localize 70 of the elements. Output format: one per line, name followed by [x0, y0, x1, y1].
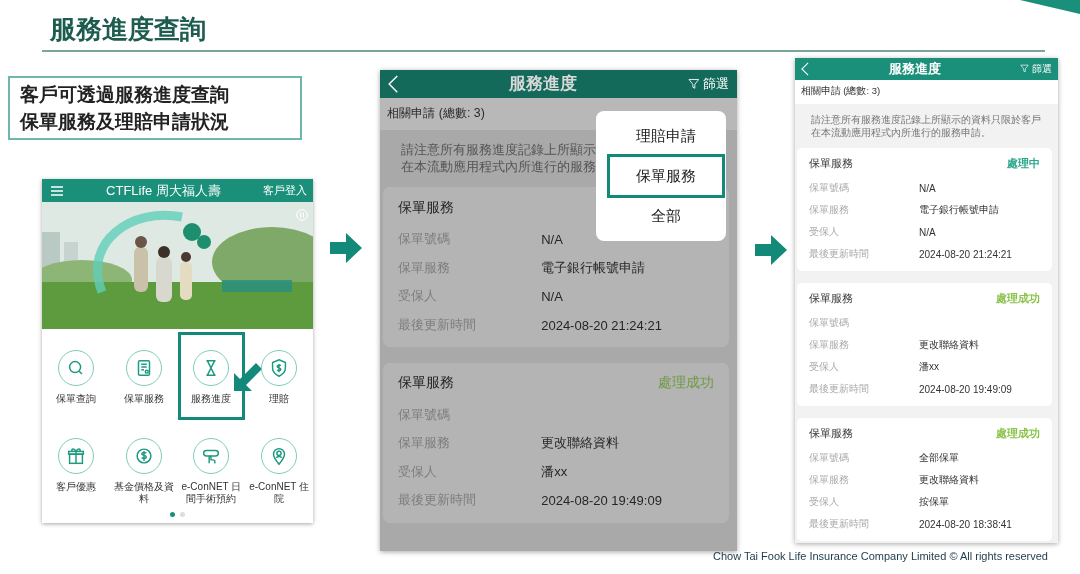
field-value: 2024-08-20 21:24:21: [919, 248, 1012, 260]
field-label: 保單號碼: [809, 451, 850, 466]
field-value: 電子銀行帳號申請: [541, 258, 646, 277]
field-label: 保單號碼: [809, 316, 850, 331]
callout-text: 客戶可透過服務進度查詢 保單服務及理賠申請狀況: [8, 76, 302, 140]
count-text: 相關申請 (總數: 3): [799, 84, 882, 99]
filter-button[interactable]: 篩選: [1020, 61, 1052, 76]
card-title: 保單服務: [809, 157, 853, 172]
copyright-text: Chow Tai Fook Life Insurance Company Limited © All rights reserved: [713, 550, 1048, 562]
field-label: 受保人: [809, 495, 840, 510]
status-label: 處理成功: [657, 374, 714, 393]
field-value: 2024-08-20 19:49:09: [919, 383, 1012, 395]
app-logo: CTFLife 周大福人壽: [106, 181, 221, 200]
arrow-icon: [755, 235, 787, 265]
field-value: 2024-08-20 21:24:21: [541, 317, 662, 333]
page-dot[interactable]: [180, 512, 185, 517]
login-button[interactable]: 客戶登入: [263, 183, 307, 198]
field-value: 全部保單: [919, 451, 959, 466]
corner-decoration: [1020, 0, 1080, 14]
field-value: 按保單: [919, 495, 949, 510]
field-value: 潘xx: [919, 360, 939, 375]
field-value: 更改聯絡資料: [541, 434, 620, 453]
menu-item[interactable]: e-ConNET 住院: [245, 420, 313, 508]
field-value: 2024-08-20 19:49:09: [541, 492, 662, 508]
filter-option[interactable]: 保單服務: [610, 157, 722, 195]
field-label: 受保人: [809, 225, 840, 240]
field-label: 受保人: [809, 360, 840, 375]
field-label: 保單服務: [809, 338, 850, 353]
field-value: N/A: [919, 226, 936, 238]
menu-item[interactable]: e-ConNET 日間手術預約: [177, 420, 246, 508]
status-label: 處理成功: [996, 292, 1040, 307]
screen-title: 服務進度: [507, 73, 578, 96]
menu-item[interactable]: 保單查詢: [42, 332, 110, 420]
menu-item[interactable]: 基金價格及資料: [109, 420, 178, 508]
card-title: 保單服務: [398, 199, 455, 217]
field-value: 電子銀行帳號申請: [919, 203, 999, 218]
field-value: N/A: [541, 288, 563, 304]
card-title: 保單服務: [398, 374, 455, 393]
card-title: 保單服務: [809, 427, 853, 442]
menu-icon[interactable]: [50, 184, 64, 197]
menu-item[interactable]: 理賠: [245, 332, 313, 420]
page-dot[interactable]: [170, 512, 175, 517]
menu-item[interactable]: 服務進度: [177, 332, 246, 420]
field-value: 更改聯絡資料: [919, 338, 979, 353]
field-value: 潘xx: [541, 462, 568, 481]
menu-item[interactable]: 客戶優惠: [42, 420, 110, 508]
back-icon[interactable]: [801, 61, 809, 76]
status-label: 處理成功: [996, 427, 1040, 442]
filter-option[interactable]: 全部: [610, 197, 722, 235]
card-title: 保單服務: [809, 292, 853, 307]
slide-title: 服務進度查詢: [50, 13, 207, 46]
menu-item[interactable]: 保單服務: [109, 332, 178, 420]
field-label: 最後更新時間: [809, 247, 870, 262]
field-value: N/A: [919, 182, 936, 194]
field-label: 保單服務: [809, 473, 850, 488]
notice-text: 請注意所有服務進度記錄上所顯示的資料只限於客戶 在本流動應用程式內所進行的服務申請。: [810, 113, 1042, 140]
filter-icon: [1020, 64, 1029, 74]
filter-icon: [687, 78, 700, 90]
field-value: 更改聯絡資料: [919, 473, 979, 488]
back-icon[interactable]: [387, 74, 399, 94]
field-label: 保單號碼: [809, 181, 850, 196]
field-value: N/A: [541, 231, 563, 247]
field-label: 保單服務: [809, 203, 850, 218]
field-label: 最後更新時間: [809, 382, 870, 397]
arrow-icon: [330, 233, 362, 263]
field-label: 最後更新時間: [809, 517, 870, 532]
status-label: 處理中: [1007, 157, 1040, 172]
filter-button[interactable]: 篩選: [687, 74, 730, 93]
screen-title: 服務進度: [887, 59, 942, 78]
field-value: 2024-08-20 18:38:41: [919, 518, 1012, 530]
